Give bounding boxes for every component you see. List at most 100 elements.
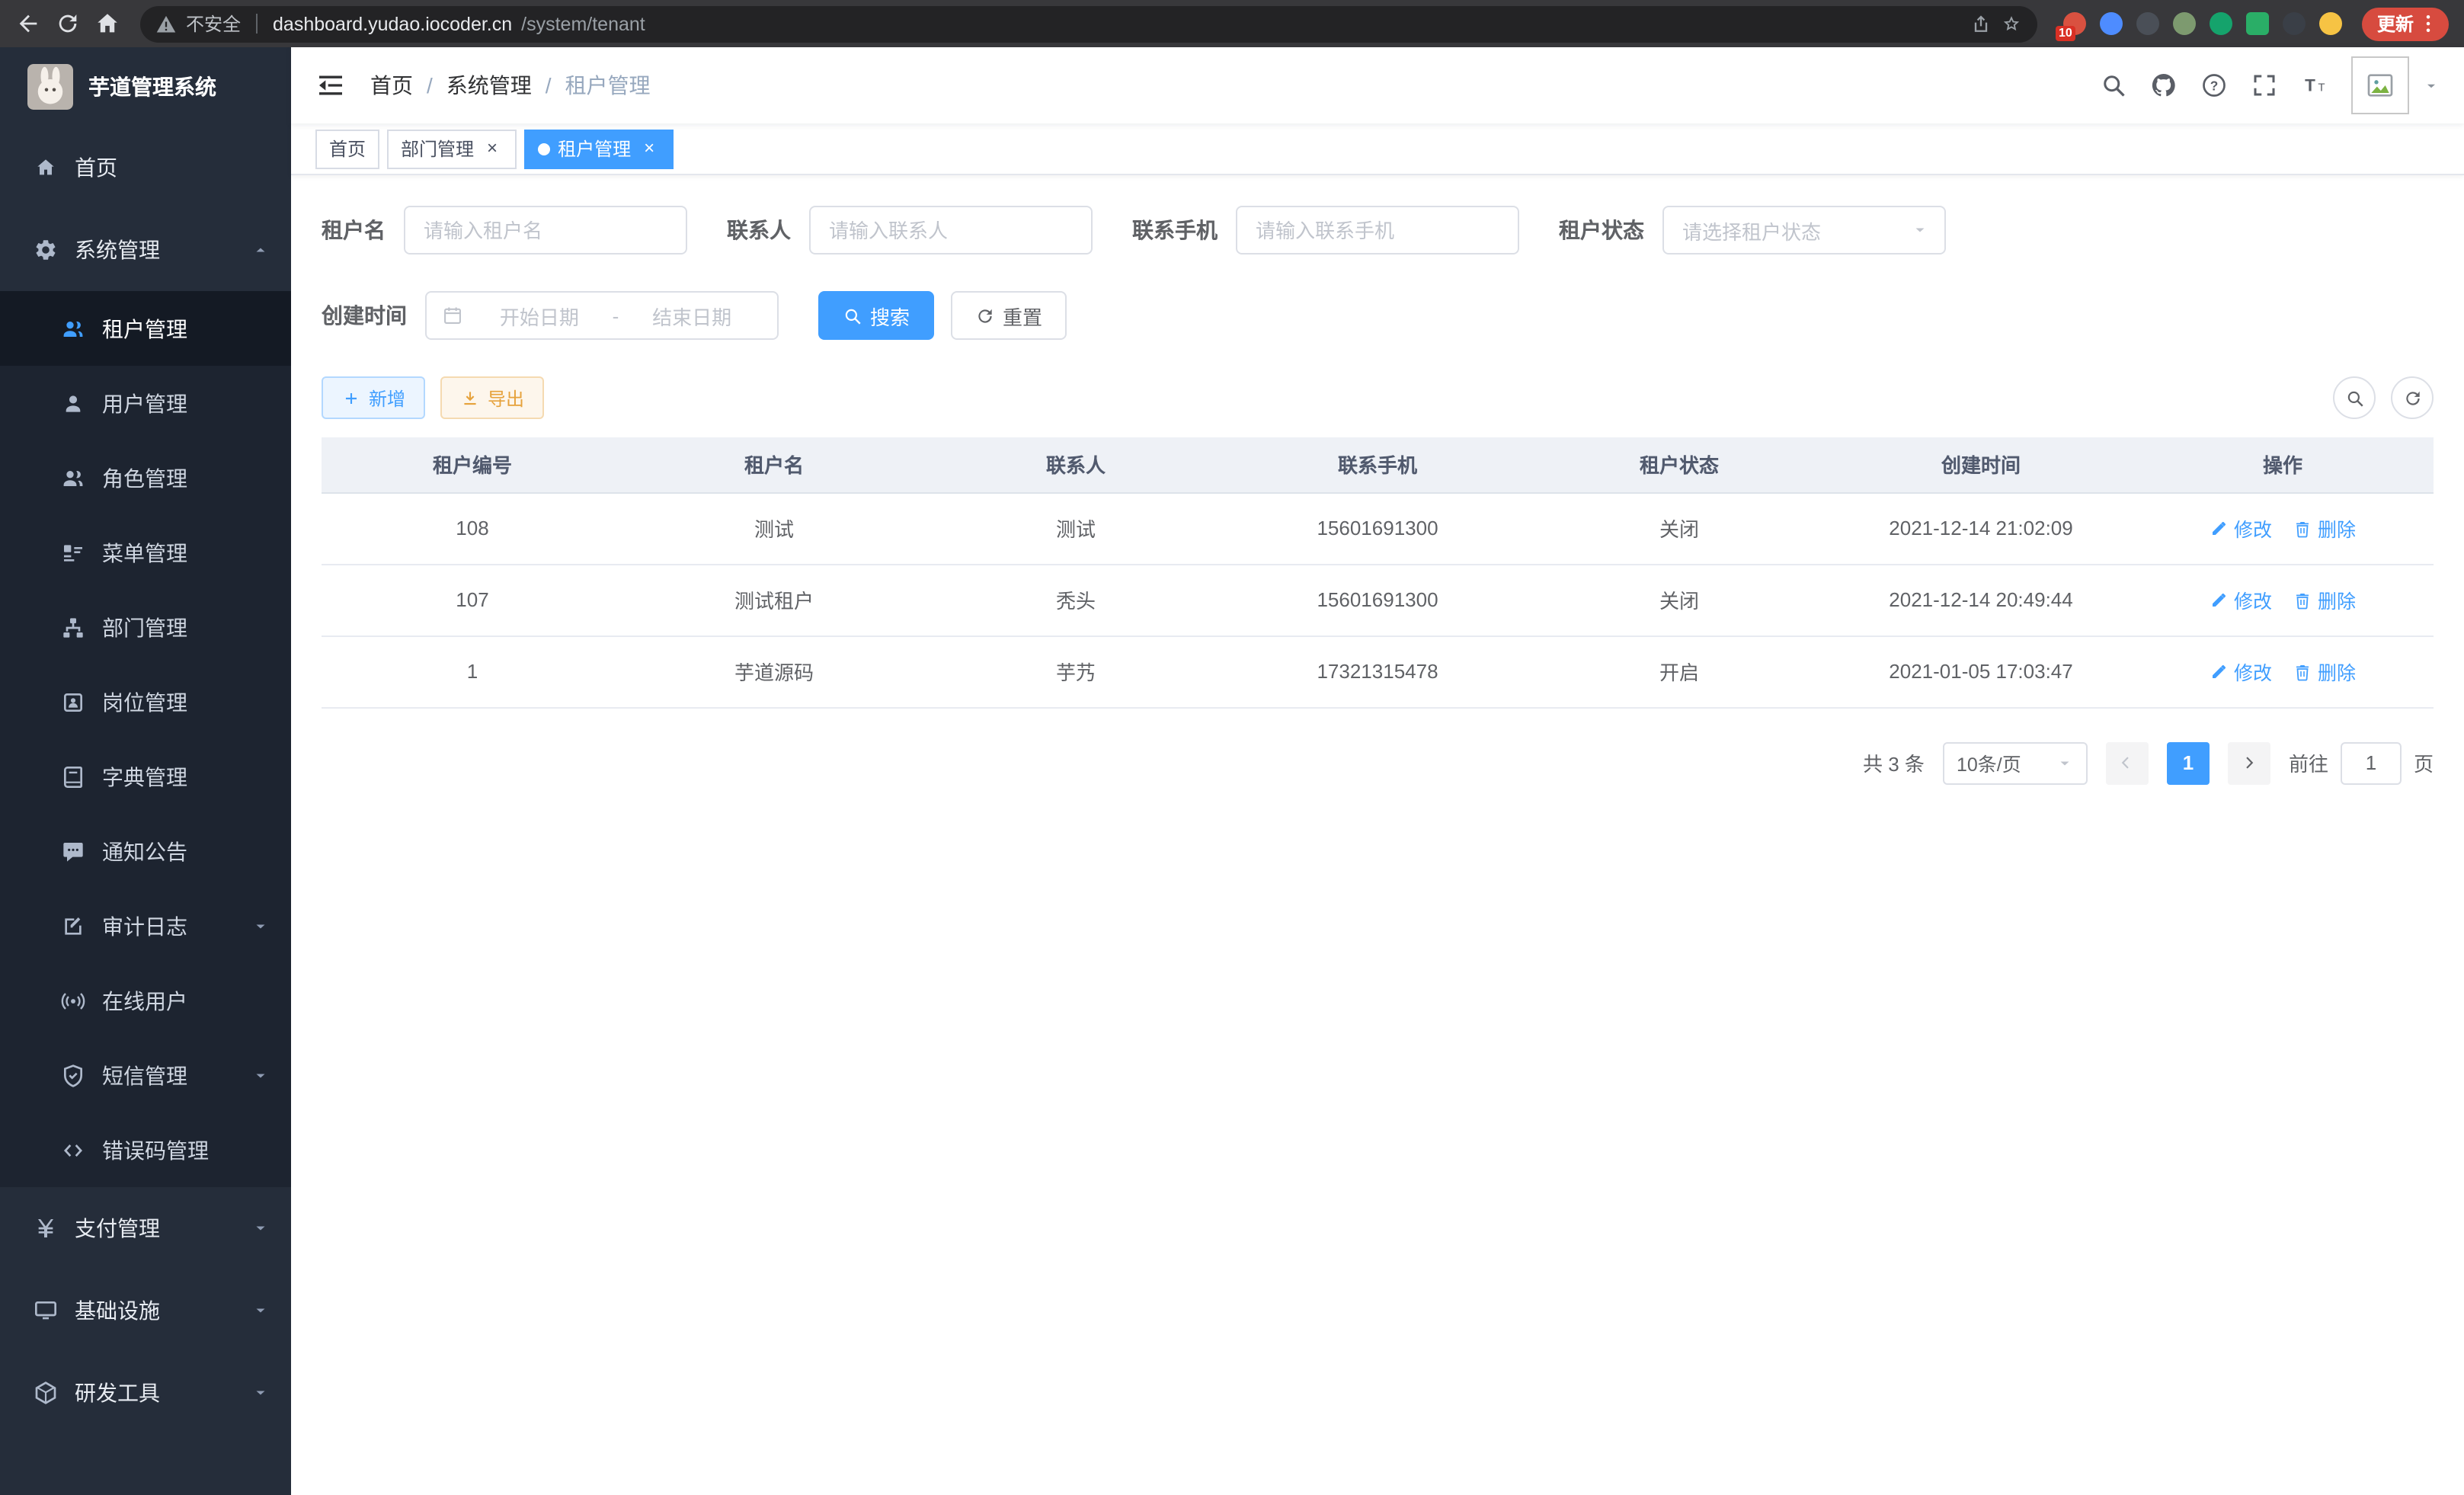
table-cell: 2021-12-14 20:49:44 — [1830, 564, 2132, 635]
sidebar-item-dict[interactable]: 字典管理 — [0, 739, 291, 814]
column-header[interactable]: 创建时间 — [1830, 437, 2132, 492]
table-cell: 秃头 — [925, 564, 1227, 635]
add-button-label: 新增 — [369, 385, 405, 411]
table-cell: 测试租户 — [623, 564, 925, 635]
export-button[interactable]: 导出 — [440, 376, 544, 419]
mobile-label: 联系手机 — [1132, 215, 1218, 245]
ext-plug-icon[interactable] — [2283, 12, 2306, 35]
ext-blue-icon[interactable] — [2100, 12, 2123, 35]
delete-button[interactable]: 删除 — [2293, 514, 2356, 543]
bookmark-star-icon[interactable] — [2001, 13, 2022, 34]
sidebar-toggle-icon[interactable] — [315, 70, 346, 101]
column-header[interactable]: 租户编号 — [322, 437, 623, 492]
sidebar-item-home[interactable]: 首页 — [0, 126, 291, 209]
page-size-value: 10条/页 — [1957, 748, 2021, 777]
chevron-down-icon — [1911, 221, 1929, 239]
search-button[interactable]: 搜索 — [818, 291, 934, 340]
column-header[interactable]: 租户名 — [623, 437, 925, 492]
toggle-search-button[interactable] — [2333, 376, 2376, 419]
sidebar-item-dept[interactable]: 部门管理 — [0, 590, 291, 664]
edit-button[interactable]: 修改 — [2210, 514, 2272, 543]
ext-grid-icon[interactable]: 10 — [2063, 12, 2086, 35]
sidebar-item-role[interactable]: 角色管理 — [0, 440, 291, 515]
column-header[interactable]: 租户状态 — [1528, 437, 1830, 492]
tab-tenant[interactable]: 租户管理× — [524, 129, 674, 168]
sidebar-item-menu[interactable]: 菜单管理 — [0, 515, 291, 590]
delete-icon — [2293, 519, 2312, 537]
tab-dept[interactable]: 部门管理× — [387, 129, 517, 168]
sidebar-item-infra[interactable]: 基础设施 — [0, 1269, 291, 1352]
delete-button[interactable]: 删除 — [2293, 657, 2356, 686]
kebab-menu-icon[interactable] — [2417, 12, 2440, 35]
url-bar[interactable]: 不安全 dashboard.yudao.iocoder.cn/system/te… — [140, 5, 2037, 42]
close-icon[interactable]: × — [482, 138, 503, 159]
column-header[interactable]: 操作 — [2132, 437, 2434, 492]
sidebar-item-sms[interactable]: 短信管理 — [0, 1038, 291, 1112]
ext-green-ring-icon[interactable] — [2210, 12, 2232, 35]
ext-dark-icon[interactable] — [2136, 12, 2159, 35]
sidebar-item-post[interactable]: 岗位管理 — [0, 664, 291, 739]
sidebar-item-online[interactable]: 在线用户 — [0, 963, 291, 1038]
table-cell: 测试 — [623, 492, 925, 564]
column-header[interactable]: 联系手机 — [1227, 437, 1528, 492]
header-search-icon[interactable] — [2100, 72, 2127, 99]
breadcrumb-home[interactable]: 首页 — [370, 70, 413, 101]
ext-face-icon[interactable] — [2319, 12, 2342, 35]
table-cell: 2021-01-05 17:03:47 — [1830, 635, 2132, 707]
download-icon — [460, 388, 480, 408]
url-path: /system/tenant — [521, 13, 645, 34]
fullscreen-icon[interactable] — [2251, 72, 2278, 99]
ext-sage-icon[interactable] — [2173, 12, 2196, 35]
sidebar-item-audit[interactable]: 审计日志 — [0, 888, 291, 963]
sidebar-item-system[interactable]: 系统管理 — [0, 209, 291, 291]
share-icon[interactable] — [1970, 13, 1992, 34]
breadcrumb-system[interactable]: 系统管理 — [446, 70, 532, 101]
app-logo: 芋道管理系统 — [0, 47, 291, 126]
help-icon[interactable]: ? — [2200, 72, 2228, 99]
github-icon[interactable] — [2150, 72, 2178, 99]
reset-button[interactable]: 重置 — [951, 291, 1067, 340]
sidebar-item-devtools[interactable]: 研发工具 — [0, 1352, 291, 1434]
sidebar-item-notice[interactable]: 通知公告 — [0, 814, 291, 888]
avatar[interactable] — [2351, 56, 2409, 114]
browser-home-icon[interactable] — [94, 11, 120, 37]
table-cell: 107 — [322, 564, 623, 635]
close-icon[interactable]: × — [638, 138, 660, 159]
page-size-select[interactable]: 10条/页 — [1943, 741, 2088, 784]
filter-row-2: 创建时间 开始日期 - 结束日期 搜索 重置 — [322, 291, 2434, 340]
refresh-table-button[interactable] — [2391, 376, 2434, 419]
next-page-button[interactable] — [2228, 741, 2270, 784]
ext-green-square-icon[interactable] — [2246, 12, 2269, 35]
mobile-input[interactable] — [1236, 206, 1519, 255]
add-button[interactable]: 新增 — [322, 376, 425, 419]
edit-button[interactable]: 修改 — [2210, 657, 2272, 686]
prev-page-button[interactable] — [2106, 741, 2149, 784]
sidebar-item-label: 审计日志 — [102, 911, 187, 941]
status-select[interactable]: 请选择租户状态 — [1662, 206, 1946, 255]
table-cell: 108 — [322, 492, 623, 564]
contact-input[interactable] — [809, 206, 1093, 255]
sidebar-item-label: 租户管理 — [102, 313, 187, 344]
tab-home[interactable]: 首页 — [315, 129, 379, 168]
goto-page-input[interactable] — [2341, 741, 2402, 784]
update-button[interactable]: 更新 — [2362, 7, 2449, 40]
security-label[interactable]: 不安全 — [186, 11, 241, 37]
sidebar-item-errcode[interactable]: 错误码管理 — [0, 1112, 291, 1187]
delete-icon — [2293, 591, 2312, 609]
edit-button[interactable]: 修改 — [2210, 585, 2272, 614]
sidebar-item-user[interactable]: 用户管理 — [0, 366, 291, 440]
avatar-caret-down-icon[interactable] — [2423, 77, 2440, 94]
font-size-icon[interactable]: TT — [2301, 72, 2328, 99]
delete-button[interactable]: 删除 — [2293, 585, 2356, 614]
table-cell: 15601691300 — [1227, 492, 1528, 564]
log-icon — [61, 914, 85, 938]
create-time-range-picker[interactable]: 开始日期 - 结束日期 — [425, 291, 779, 340]
page-1-button[interactable]: 1 — [2167, 741, 2210, 784]
sidebar-item-tenant[interactable]: 租户管理 — [0, 291, 291, 366]
sidebar-item-pay[interactable]: 支付管理 — [0, 1187, 291, 1269]
tenant-name-input[interactable] — [404, 206, 687, 255]
calendar-icon — [442, 305, 463, 326]
browser-refresh-icon[interactable] — [55, 11, 81, 37]
column-header[interactable]: 联系人 — [925, 437, 1227, 492]
browser-back-icon[interactable] — [15, 11, 41, 37]
